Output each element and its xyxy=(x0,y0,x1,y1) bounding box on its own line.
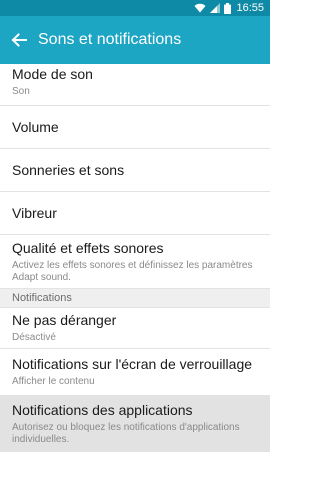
setting-volume[interactable]: Volume xyxy=(0,106,270,149)
setting-label: Notifications des applications xyxy=(12,402,193,418)
setting-label: Qualité et effets sonores xyxy=(12,239,164,256)
setting-label: Vibreur xyxy=(12,204,57,221)
setting-value: Afficher le contenu xyxy=(12,376,95,387)
status-bar: 16:55 xyxy=(0,0,270,16)
setting-vibration[interactable]: Vibreur xyxy=(0,192,270,235)
setting-sound-quality[interactable]: Qualité et effets sonores Activez les ef… xyxy=(0,235,270,289)
section-header-notifications: Notifications xyxy=(0,289,270,308)
page-title: Sons et notifications xyxy=(38,31,182,48)
setting-do-not-disturb[interactable]: Ne pas déranger Désactivé xyxy=(0,308,270,349)
setting-app-notifications[interactable]: Notifications des applications Autorisez… xyxy=(0,396,270,452)
settings-list: Mode de son Son Volume Sonneries et sons… xyxy=(0,64,270,452)
setting-sound-mode[interactable]: Mode de son Son xyxy=(0,64,270,106)
wifi-icon xyxy=(194,3,206,13)
setting-description: Activez les effets sonores et définissez… xyxy=(12,259,253,283)
setting-description: Autorisez ou bloquez les notifications d… xyxy=(12,422,240,445)
arrow-left-icon[interactable] xyxy=(2,16,36,64)
battery-icon xyxy=(224,2,232,14)
clock: 16:55 xyxy=(236,2,264,14)
setting-label: Mode de son xyxy=(12,66,93,82)
app-bar: Sons et notifications xyxy=(0,16,270,64)
setting-label: Sonneries et sons xyxy=(12,161,125,178)
setting-value: Son xyxy=(12,86,30,97)
setting-label: Volume xyxy=(12,118,59,135)
setting-label: Ne pas déranger xyxy=(12,312,117,328)
setting-value: Désactivé xyxy=(12,332,56,343)
signal-icon xyxy=(210,3,221,13)
setting-ringtones[interactable]: Sonneries et sons xyxy=(0,149,270,192)
setting-label: Notifications sur l'écran de verrouillag… xyxy=(12,356,253,372)
setting-lockscreen-notifications[interactable]: Notifications sur l'écran de verrouillag… xyxy=(0,349,270,396)
